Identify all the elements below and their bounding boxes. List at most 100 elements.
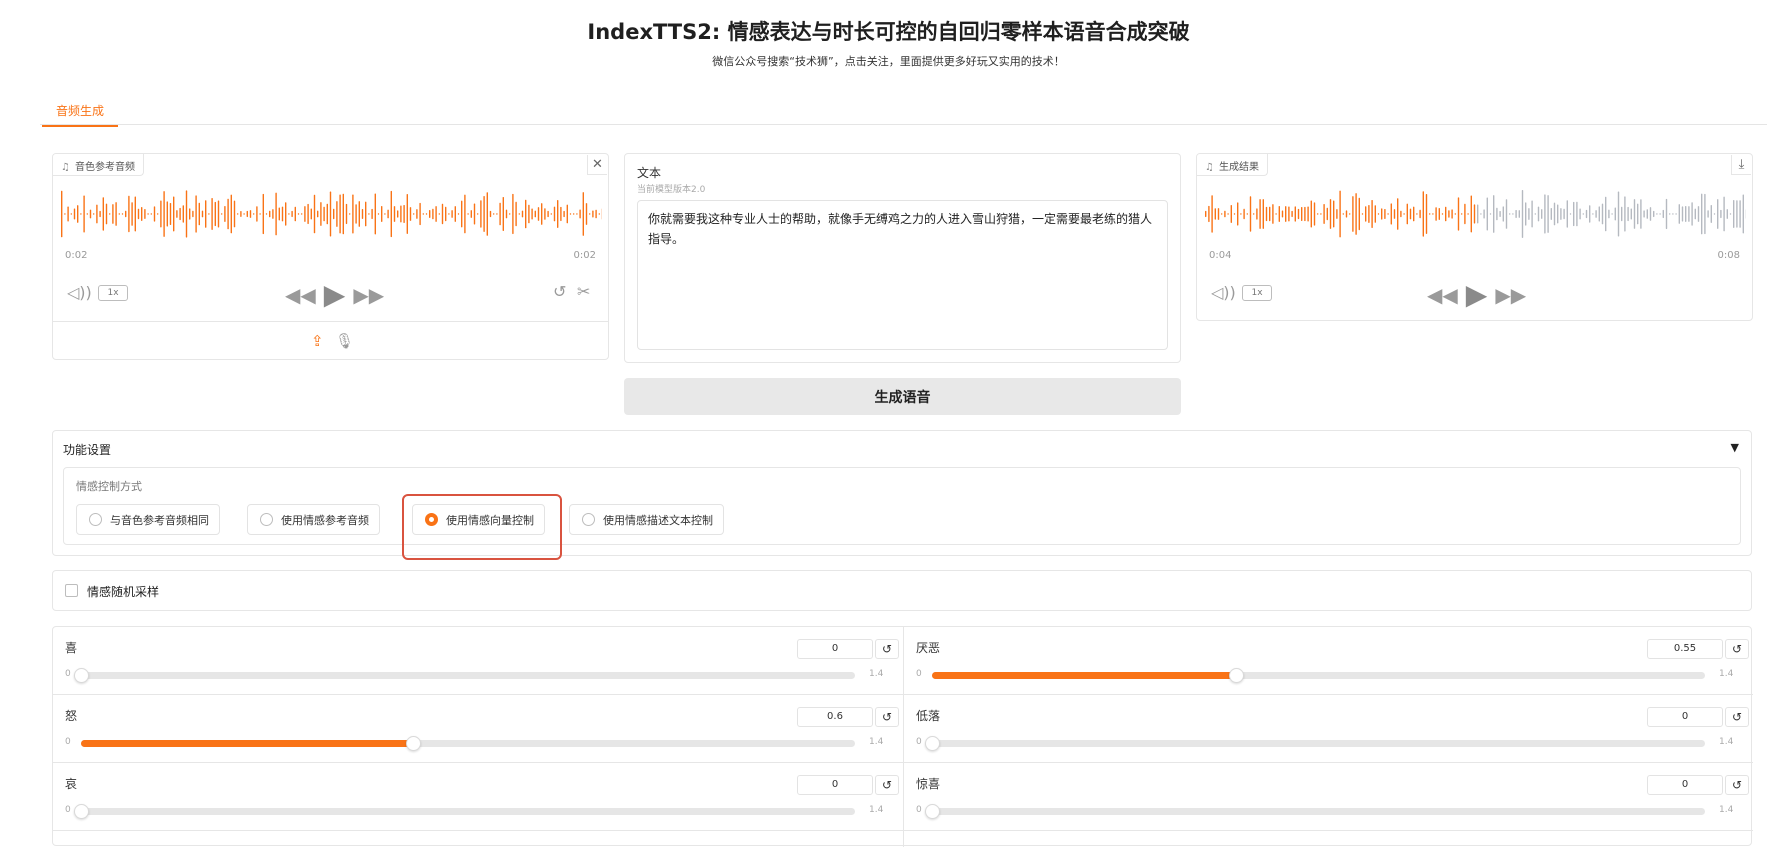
slider-track[interactable] bbox=[81, 808, 855, 815]
waveform-bar bbox=[1397, 198, 1398, 230]
slider-thumb[interactable] bbox=[1229, 668, 1244, 683]
slider-value-input[interactable]: 0 bbox=[797, 775, 873, 795]
waveform-bar bbox=[397, 210, 398, 217]
waveform-bar bbox=[413, 213, 414, 215]
waveform-bar bbox=[1589, 205, 1590, 222]
waveform-bar bbox=[586, 203, 587, 225]
slider-min: 0 bbox=[65, 737, 71, 747]
waveform-bar bbox=[1282, 210, 1283, 217]
waveform-bar bbox=[519, 213, 520, 215]
reset-icon[interactable]: ↺ bbox=[875, 639, 899, 659]
slider-track[interactable] bbox=[932, 672, 1705, 679]
radio-emotion-text[interactable]: 使用情感描述文本控制 bbox=[569, 504, 724, 535]
volume-icon[interactable]: ◁)) bbox=[1211, 283, 1236, 302]
waveform-bar bbox=[1707, 210, 1708, 217]
download-icon[interactable]: ⤓ bbox=[1731, 155, 1751, 175]
close-icon[interactable]: ✕ bbox=[587, 155, 607, 175]
slider-thumb[interactable] bbox=[74, 804, 89, 819]
waveform-bar bbox=[349, 213, 350, 215]
waveform-bar bbox=[1295, 206, 1296, 221]
collapse-caret-icon[interactable]: ▼ bbox=[1731, 441, 1739, 454]
reset-icon[interactable]: ↺ bbox=[875, 707, 899, 727]
waveform-bar bbox=[1400, 211, 1401, 217]
microphone-icon[interactable]: 🎙 bbox=[335, 332, 354, 350]
reset-icon[interactable]: ↺ bbox=[1725, 707, 1749, 727]
waveform-bar bbox=[1509, 213, 1510, 215]
emotion-slider-4: 哀0↺01.4 bbox=[53, 763, 903, 831]
generate-speech-button[interactable]: 生成语音 bbox=[624, 378, 1181, 415]
waveform-bar bbox=[445, 207, 446, 222]
slider-value-input[interactable]: 0 bbox=[797, 639, 873, 659]
reference-waveform[interactable] bbox=[61, 188, 602, 240]
slider-value-input[interactable]: 0.6 bbox=[797, 707, 873, 727]
waveform-bar bbox=[1327, 208, 1328, 221]
waveform-bar bbox=[1490, 213, 1491, 215]
slider-thumb[interactable] bbox=[925, 736, 940, 751]
waveform-bar bbox=[1483, 209, 1484, 218]
waveform-bar bbox=[1285, 206, 1286, 222]
fast-forward-icon[interactable]: ▶▶ bbox=[1495, 283, 1526, 307]
slider-label: 惊喜 bbox=[916, 775, 940, 792]
fast-forward-icon[interactable]: ▶▶ bbox=[353, 283, 384, 307]
settings-title[interactable]: 功能设置 bbox=[63, 441, 111, 458]
slider-thumb[interactable] bbox=[925, 804, 940, 819]
slider-track[interactable] bbox=[81, 740, 855, 747]
rewind-icon[interactable]: ◀◀ bbox=[285, 283, 316, 307]
waveform-bar bbox=[391, 191, 392, 237]
waveform-bar bbox=[176, 210, 177, 218]
waveform-bar bbox=[314, 195, 315, 234]
volume-icon[interactable]: ◁)) bbox=[67, 283, 92, 302]
waveform-bar bbox=[496, 213, 497, 215]
waveform-bar bbox=[1567, 200, 1568, 227]
undo-icon[interactable]: ↺ bbox=[553, 282, 566, 301]
waveform-bar bbox=[144, 209, 145, 219]
waveform-bar bbox=[423, 213, 424, 215]
radio-circle bbox=[260, 513, 273, 526]
waveform-bar bbox=[1298, 209, 1299, 219]
waveform-bar bbox=[1570, 213, 1571, 215]
tab-audio-generation[interactable]: 音频生成 bbox=[56, 102, 104, 125]
slider-value-input[interactable]: 0 bbox=[1647, 707, 1723, 727]
waveform-bar bbox=[1471, 196, 1472, 233]
waveform-bar bbox=[1586, 210, 1587, 218]
slider-track[interactable] bbox=[932, 808, 1705, 815]
random-sampling-checkbox[interactable] bbox=[65, 584, 78, 597]
waveform-bar bbox=[442, 204, 443, 224]
text-input[interactable] bbox=[637, 200, 1168, 350]
result-waveform[interactable] bbox=[1205, 188, 1746, 240]
radio-same-as-voice[interactable]: 与音色参考音频相同 bbox=[76, 504, 220, 535]
waveform-bar bbox=[544, 208, 545, 220]
reset-icon[interactable]: ↺ bbox=[1725, 775, 1749, 795]
slider-thumb[interactable] bbox=[406, 736, 421, 751]
reset-icon[interactable]: ↺ bbox=[1725, 639, 1749, 659]
selection-highlight-box bbox=[402, 494, 562, 560]
play-icon[interactable]: ▶ bbox=[324, 278, 346, 311]
reset-icon[interactable]: ↺ bbox=[875, 775, 899, 795]
waveform-bar bbox=[208, 213, 209, 215]
rewind-icon[interactable]: ◀◀ bbox=[1427, 283, 1458, 307]
waveform-bar bbox=[1519, 210, 1520, 218]
slider-label: 低落 bbox=[916, 707, 940, 724]
waveform-bar bbox=[1599, 206, 1600, 221]
reference-transport: ◀◀ ▶ ▶▶ bbox=[285, 278, 384, 311]
waveform-bar bbox=[272, 209, 273, 219]
slider-value-input[interactable]: 0 bbox=[1647, 775, 1723, 795]
slider-value-input[interactable]: 0.55 bbox=[1647, 639, 1723, 659]
waveform-bar bbox=[362, 209, 363, 219]
scissors-icon[interactable]: ✂ bbox=[577, 282, 590, 301]
waveform-bar bbox=[64, 213, 65, 215]
slider-thumb[interactable] bbox=[74, 668, 89, 683]
playback-speed-button[interactable]: 1x bbox=[98, 285, 128, 301]
waveform-bar bbox=[1583, 213, 1584, 215]
slider-track[interactable] bbox=[81, 672, 855, 679]
waveform-bar bbox=[1448, 210, 1449, 217]
playback-speed-button[interactable]: 1x bbox=[1242, 285, 1272, 301]
slider-track[interactable] bbox=[932, 740, 1705, 747]
waveform-bar bbox=[298, 213, 299, 215]
waveform-bar bbox=[1701, 194, 1702, 235]
upload-icon[interactable]: ⇪ bbox=[311, 332, 324, 350]
play-icon[interactable]: ▶ bbox=[1466, 278, 1488, 311]
waveform-bar bbox=[1349, 213, 1350, 215]
waveform-bar bbox=[1576, 202, 1577, 227]
radio-emotion-reference[interactable]: 使用情感参考音频 bbox=[247, 504, 380, 535]
